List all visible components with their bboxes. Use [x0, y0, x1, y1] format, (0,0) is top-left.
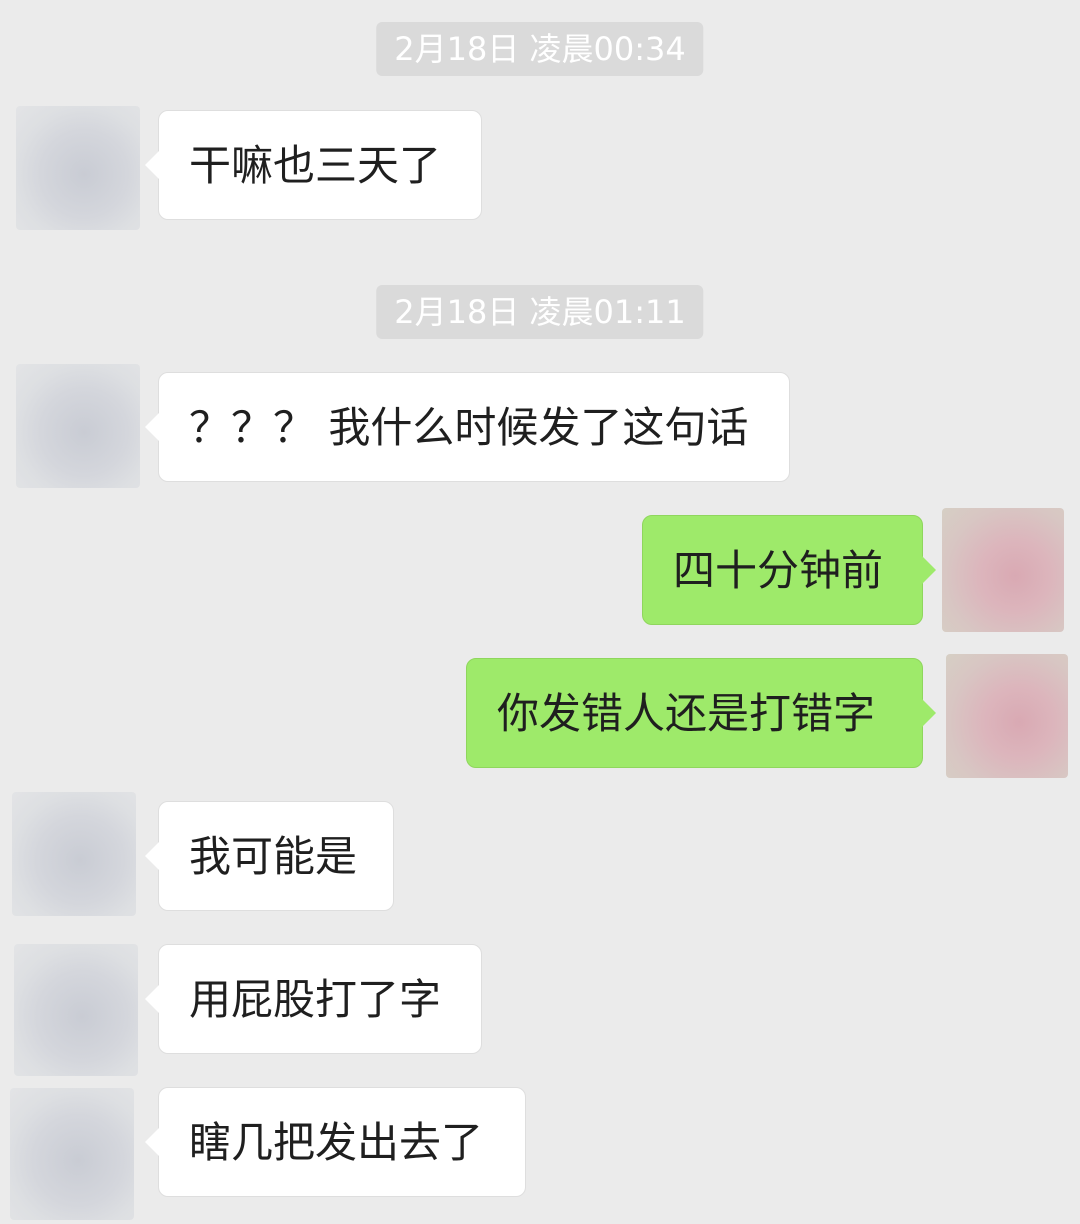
incoming-message-bubble[interactable]: 干嘛也三天了	[145, 110, 482, 220]
incoming-message-bubble[interactable]: 我可能是	[145, 801, 394, 911]
contact-avatar[interactable]	[16, 106, 140, 230]
user-avatar[interactable]	[946, 654, 1068, 778]
outgoing-message-bubble[interactable]: 四十分钟前	[642, 515, 936, 625]
timestamp: 2月18日 凌晨01:11	[376, 285, 704, 339]
contact-avatar[interactable]	[14, 944, 138, 1076]
contact-avatar[interactable]	[16, 364, 140, 488]
user-avatar[interactable]	[942, 508, 1064, 632]
contact-avatar[interactable]	[12, 792, 136, 916]
incoming-message-bubble[interactable]: 用屁股打了字	[145, 944, 482, 1054]
outgoing-message-bubble[interactable]: 你发错人还是打错字	[466, 658, 936, 768]
incoming-message-bubble[interactable]: 瞎几把发出去了	[145, 1087, 526, 1197]
timestamp: 2月18日 凌晨00:34	[376, 22, 704, 76]
contact-avatar[interactable]	[10, 1088, 134, 1220]
incoming-message-bubble[interactable]: ？？？ 我什么时候发了这句话	[145, 372, 790, 482]
